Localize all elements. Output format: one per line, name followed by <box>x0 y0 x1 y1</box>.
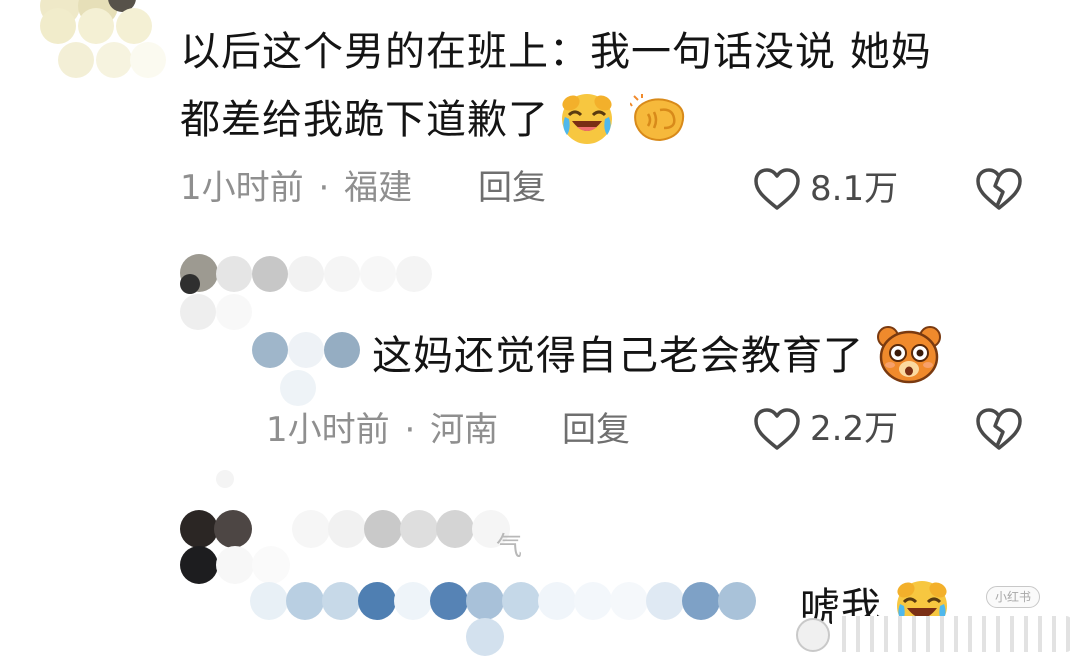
meta-separator: · <box>318 168 330 208</box>
comment-location: 河南 <box>430 410 499 450</box>
comment-meta: 1小时前 · 福建 <box>180 168 412 208</box>
comment-text-line-1: 以后这个男的在班上：我一句话没说 她妈 <box>180 29 932 75</box>
heart-outline-icon <box>754 408 800 450</box>
reply-button[interactable]: 回复 <box>478 168 546 208</box>
like-count: 8.1万 <box>810 169 899 209</box>
comment-text: 这妈还觉得自己老会教育了 <box>372 322 942 390</box>
watermark-logo: 小红书 <box>986 586 1041 608</box>
fist-emoji <box>630 94 685 142</box>
watermark-mosaic <box>796 612 1076 656</box>
comment-text-line-1: 这妈还觉得自己老会教育了 <box>372 333 864 379</box>
comment-text: 以后这个男的在班上：我一句话没说 她妈 <box>180 18 932 86</box>
watermark-logo-text: 小红书 <box>986 586 1041 608</box>
comment-text-2: 都差给我跪下道歉了 <box>180 86 688 154</box>
surprised-bear-emoji <box>876 326 941 384</box>
comment-text-line-2: 都差给我跪下道歉了 <box>180 97 549 143</box>
like-button[interactable]: 2.2万 <box>752 406 898 452</box>
partial-username-char: 气 <box>496 532 523 562</box>
laughing-crying-emoji <box>561 94 612 144</box>
comment-meta: 1小时前 · 河南 <box>266 410 498 450</box>
dislike-button[interactable] <box>974 166 1024 216</box>
comment-time: 1小时前 <box>266 410 390 450</box>
mention-mosaic-3[interactable] <box>248 578 788 660</box>
heart-outline-icon <box>754 168 800 210</box>
username-mosaic-3[interactable] <box>176 470 516 590</box>
like-button[interactable]: 8.1万 <box>752 166 898 212</box>
like-count: 2.2万 <box>810 409 899 449</box>
avatar-mosaic-1[interactable] <box>30 0 170 80</box>
broken-heart-icon <box>976 168 1022 210</box>
mention-mosaic-2[interactable] <box>250 318 370 408</box>
broken-heart-icon <box>976 408 1022 450</box>
comment-time: 1小时前 <box>180 168 304 208</box>
meta-separator: · <box>404 410 416 450</box>
dislike-button[interactable] <box>974 406 1024 456</box>
reply-button[interactable]: 回复 <box>562 410 630 450</box>
comment-location: 福建 <box>344 168 413 208</box>
